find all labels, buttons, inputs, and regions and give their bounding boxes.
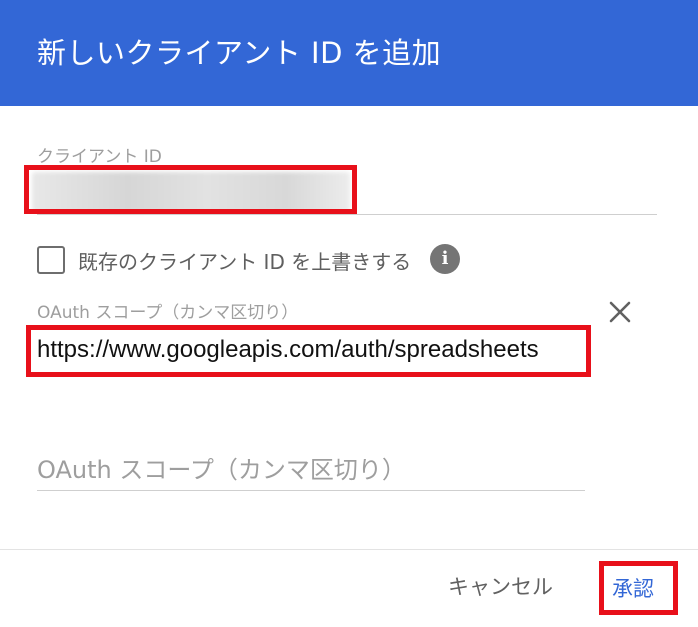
- client-id-label: クライアント ID: [37, 147, 162, 167]
- overwrite-checkbox[interactable]: [37, 246, 65, 274]
- cancel-button[interactable]: キャンセル: [448, 571, 553, 601]
- oauth-scope-underline: [37, 490, 585, 491]
- dialog-title: 新しいクライアント ID を追加: [37, 36, 442, 70]
- approve-highlight-box: [599, 561, 678, 615]
- dialog-header: 新しいクライアント ID を追加: [0, 0, 698, 106]
- oauth-scope-highlight-box: [26, 325, 591, 377]
- client-id-underline: [37, 214, 657, 215]
- oauth-scope-input[interactable]: [37, 450, 585, 490]
- overwrite-checkbox-label[interactable]: 既存のクライアント ID を上書きする: [78, 246, 411, 275]
- close-icon[interactable]: [604, 296, 636, 328]
- oauth-scope-label: OAuth スコープ（カンマ区切り）: [37, 303, 299, 323]
- info-icon[interactable]: i: [430, 244, 460, 274]
- add-client-id-dialog: 新しいクライアント ID を追加 クライアント ID 既存のクライアント ID …: [0, 0, 698, 627]
- footer-divider: [0, 549, 698, 550]
- client-id-highlight-box: [24, 165, 357, 214]
